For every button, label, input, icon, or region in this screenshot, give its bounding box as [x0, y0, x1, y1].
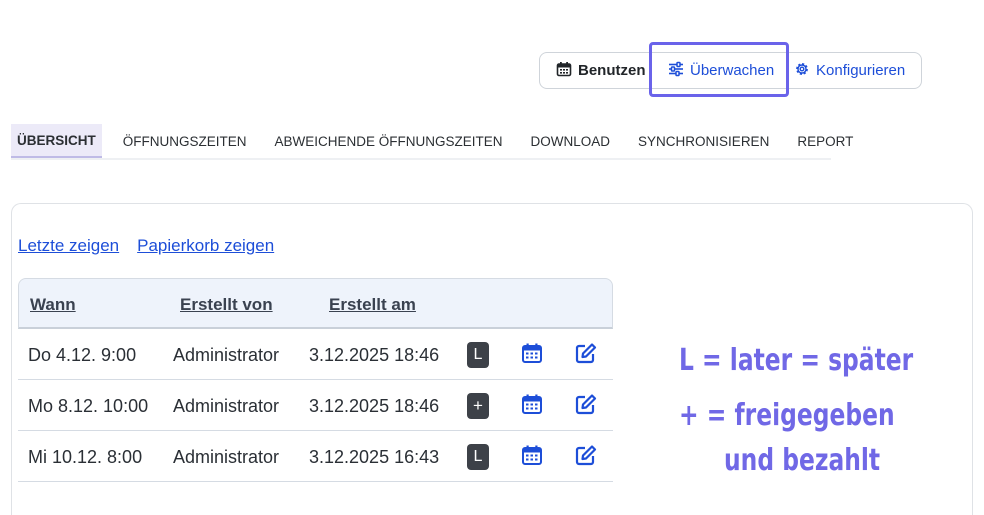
- tab-report[interactable]: REPORT: [797, 124, 853, 158]
- tab-opening-hours[interactable]: ÖFFNUNGSZEITEN: [123, 124, 247, 158]
- column-header-created-by[interactable]: Erstellt von: [180, 295, 273, 315]
- tab-special-opening-hours[interactable]: ABWEICHENDE ÖFFNUNGSZEITEN: [275, 124, 503, 158]
- table-row: Do 4.12. 9:00 Administrator 3.12.2025 18…: [18, 329, 613, 380]
- annotation-released: + = freigegeben: [679, 398, 895, 433]
- cell-created-by: Administrator: [173, 345, 280, 365]
- status-badge[interactable]: L: [467, 444, 489, 470]
- configure-mode-label: Konfigurieren: [816, 62, 906, 79]
- configure-mode-button[interactable]: Konfigurieren: [788, 53, 905, 88]
- cell-created-at: 3.12.2025 16:43: [309, 447, 440, 467]
- annotation-later: L = later = später: [679, 343, 914, 378]
- edit-icon[interactable]: [575, 393, 597, 420]
- table-row: Mi 10.12. 8:00 Administrator 3.12.2025 1…: [18, 431, 613, 482]
- page: Benutzen Überwachen Konfigurieren ÜBERSI…: [0, 0, 984, 515]
- cell-created-at: 3.12.2025 18:46: [309, 345, 440, 365]
- cell-created-at: 3.12.2025 18:46: [309, 396, 440, 416]
- cell-created-by: Administrator: [173, 396, 280, 416]
- table-row: Mo 8.12. 10:00 Administrator 3.12.2025 1…: [18, 380, 613, 431]
- status-badge[interactable]: L: [467, 342, 489, 368]
- tab-download[interactable]: DOWNLOAD: [531, 124, 611, 158]
- tab-overview[interactable]: ÜBERSICHT: [11, 124, 102, 158]
- calendar-icon[interactable]: [521, 444, 543, 471]
- edit-icon[interactable]: [575, 342, 597, 369]
- column-header-created-at[interactable]: Erstellt am: [329, 295, 416, 315]
- cell-when: Mi 10.12. 8:00: [28, 447, 143, 467]
- cell-when: Mo 8.12. 10:00: [28, 396, 149, 416]
- table-header: Wann Erstellt von Erstellt am: [18, 278, 613, 329]
- use-mode-label: Benutzen: [578, 62, 646, 79]
- annotation-paid: und bezahlt: [724, 443, 881, 478]
- show-recent-link[interactable]: Letzte zeigen: [18, 236, 119, 256]
- list-links: Letzte zeigen Papierkorb zeigen: [18, 236, 274, 256]
- tab-bar: ÜBERSICHT ÖFFNUNGSZEITEN ABWEICHENDE ÖFF…: [11, 124, 853, 160]
- tab-synchronize[interactable]: SYNCHRONISIEREN: [638, 124, 769, 158]
- watch-mode-button[interactable]: Überwachen: [650, 53, 788, 88]
- column-header-when[interactable]: Wann: [30, 295, 76, 315]
- calendar-icon: [556, 61, 572, 81]
- mode-button-group: Benutzen Überwachen Konfigurieren: [539, 52, 922, 89]
- use-mode-button[interactable]: Benutzen: [540, 53, 650, 88]
- calendar-icon[interactable]: [521, 393, 543, 420]
- calendar-icon[interactable]: [521, 342, 543, 369]
- watch-mode-label: Überwachen: [690, 62, 775, 79]
- entries-table: Wann Erstellt von Erstellt am Do 4.12. 9…: [18, 278, 613, 482]
- cell-created-by: Administrator: [173, 447, 280, 467]
- gear-icon: [794, 61, 810, 81]
- show-trash-link[interactable]: Papierkorb zeigen: [137, 236, 274, 256]
- cell-when: Do 4.12. 9:00: [28, 345, 137, 365]
- sliders-icon: [668, 61, 684, 81]
- edit-icon[interactable]: [575, 444, 597, 471]
- status-badge[interactable]: +: [467, 393, 489, 419]
